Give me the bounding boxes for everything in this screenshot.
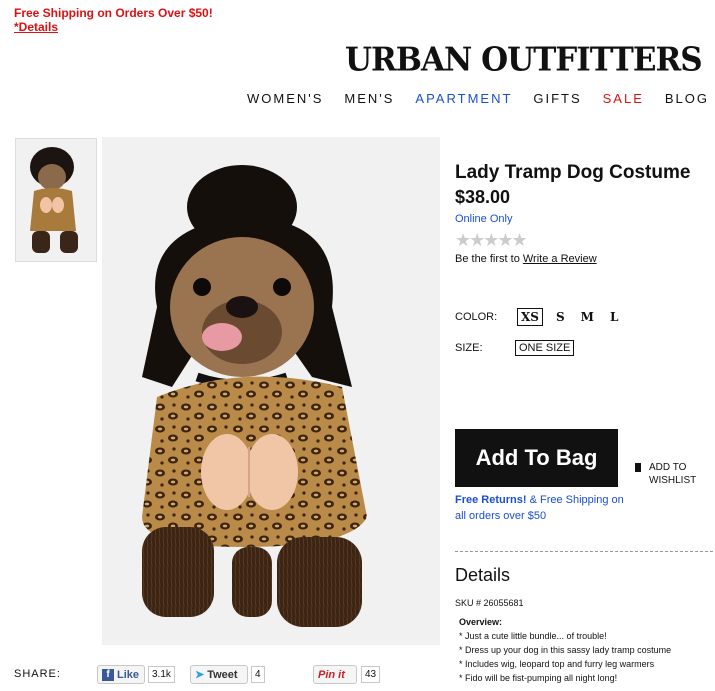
nav-sale[interactable]: SALE: [603, 91, 644, 106]
pin-label: Pin it: [318, 668, 345, 681]
wishlist-icon: [635, 463, 641, 472]
sku: SKU # 26055681: [455, 598, 524, 608]
tweet-button[interactable]: ➤ Tweet: [190, 665, 248, 684]
size-option-xs[interactable]: XS: [517, 308, 543, 326]
size-option-l[interactable]: L: [607, 309, 621, 325]
star-icon: ★★★★★: [455, 230, 528, 250]
review-prompt: Be the first to Write a Review: [455, 253, 715, 265]
nav-mens[interactable]: MEN'S: [344, 91, 394, 106]
size-option-one-size[interactable]: ONE SIZE: [515, 340, 575, 356]
facebook-icon: f: [102, 668, 114, 681]
product-info: Lady Tramp Dog Costume $38.00 Online Onl…: [455, 162, 715, 265]
returns-note[interactable]: Free Returns! & Free Shipping on all ord…: [455, 492, 625, 524]
overview-item: * Includes wig, leopard top and furry le…: [459, 659, 655, 669]
size-selector: SIZE: ONE SIZE: [455, 340, 575, 356]
overview: Overview: * Just a cute little bundle...…: [459, 615, 671, 685]
facebook-like-button[interactable]: f Like: [97, 665, 145, 684]
review-prefix: Be the first to: [455, 253, 520, 265]
like-label: Like: [117, 668, 140, 681]
overview-item: * Just a cute little bundle... of troubl…: [459, 631, 607, 641]
nav-gifts[interactable]: GIFTS: [533, 91, 581, 106]
share-label: SHARE:: [14, 668, 61, 680]
promo-text: Free Shipping on Orders Over $50!: [14, 6, 213, 20]
rating-stars[interactable]: ★★★★★: [455, 230, 715, 251]
main-nav: WOMEN'S MEN'S APARTMENT GIFTS SALE BLOG: [247, 91, 709, 106]
wishlist-label: ADD TO WISHLIST: [649, 462, 697, 486]
twitter-icon: ➤: [195, 669, 205, 681]
overview-item: * Fido will be fist-pumping all night lo…: [459, 673, 618, 683]
details-heading: Details: [455, 565, 511, 585]
tweet-count: 4: [251, 666, 265, 683]
color-selector: COLOR: XS S M L: [455, 308, 631, 326]
tweet-label: Tweet: [207, 668, 238, 681]
promo-banner: Free Shipping on Orders Over $50! *Detai…: [14, 6, 213, 34]
overview-heading: Overview:: [459, 617, 503, 627]
product-title: Lady Tramp Dog Costume: [455, 162, 691, 183]
promo-details-link[interactable]: *Details: [14, 20, 213, 34]
brand-logo[interactable]: URBAN OUTFITTERS: [345, 41, 703, 79]
color-label: COLOR:: [455, 311, 498, 323]
divider: [455, 551, 713, 552]
product-thumbnail[interactable]: [15, 138, 97, 262]
like-count: 3.1k: [148, 666, 175, 683]
nav-womens[interactable]: WOMEN'S: [247, 91, 323, 106]
pinterest-button[interactable]: Pin it: [313, 665, 357, 684]
product-price: $38.00: [455, 187, 511, 207]
product-main-image[interactable]: [102, 137, 440, 645]
nav-blog[interactable]: BLOG: [665, 91, 709, 106]
returns-bold: Free Returns!: [455, 494, 527, 506]
size-option-s[interactable]: S: [553, 309, 568, 325]
size-label: SIZE:: [455, 342, 483, 354]
pin-count: 43: [361, 666, 381, 683]
add-to-bag-button[interactable]: Add To Bag: [455, 429, 618, 487]
write-review-link[interactable]: Write a Review: [523, 253, 597, 265]
size-option-m[interactable]: M: [578, 309, 597, 325]
add-to-wishlist[interactable]: ADD TO WISHLIST: [635, 461, 709, 487]
overview-item: * Dress up your dog in this sassy lady t…: [459, 645, 672, 655]
availability-note: Online Only: [455, 213, 513, 225]
nav-apartment[interactable]: APARTMENT: [415, 91, 512, 106]
